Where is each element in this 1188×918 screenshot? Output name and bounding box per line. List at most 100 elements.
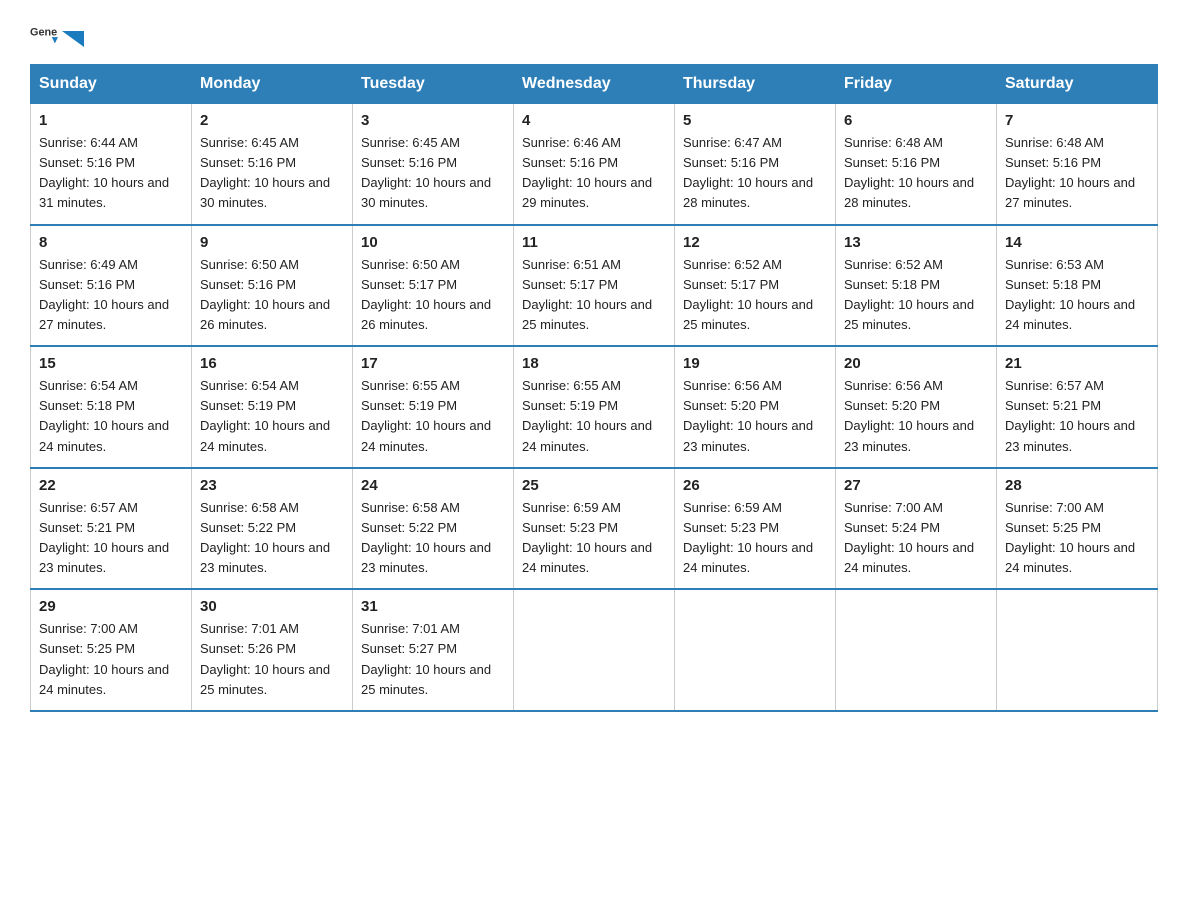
day-number: 7 xyxy=(1005,112,1149,129)
day-info: Sunrise: 6:47 AMSunset: 5:16 PMDaylight:… xyxy=(683,135,813,210)
calendar-cell: 16 Sunrise: 6:54 AMSunset: 5:19 PMDaylig… xyxy=(192,346,353,468)
calendar-cell xyxy=(836,589,997,711)
calendar-cell: 2 Sunrise: 6:45 AMSunset: 5:16 PMDayligh… xyxy=(192,104,353,225)
day-info: Sunrise: 6:55 AMSunset: 5:19 PMDaylight:… xyxy=(522,378,652,453)
day-info: Sunrise: 6:45 AMSunset: 5:16 PMDaylight:… xyxy=(361,135,491,210)
day-info: Sunrise: 6:54 AMSunset: 5:19 PMDaylight:… xyxy=(200,378,330,453)
calendar-week-row: 1 Sunrise: 6:44 AMSunset: 5:16 PMDayligh… xyxy=(31,104,1158,225)
calendar-cell xyxy=(675,589,836,711)
day-info: Sunrise: 6:57 AMSunset: 5:21 PMDaylight:… xyxy=(1005,378,1135,453)
col-header-sunday: Sunday xyxy=(31,65,192,104)
col-header-monday: Monday xyxy=(192,65,353,104)
calendar-week-row: 15 Sunrise: 6:54 AMSunset: 5:18 PMDaylig… xyxy=(31,346,1158,468)
logo-triangle-icon xyxy=(62,21,84,53)
calendar-cell: 3 Sunrise: 6:45 AMSunset: 5:16 PMDayligh… xyxy=(353,104,514,225)
calendar-cell: 29 Sunrise: 7:00 AMSunset: 5:25 PMDaylig… xyxy=(31,589,192,711)
day-number: 5 xyxy=(683,112,827,129)
svg-text:General: General xyxy=(30,27,58,39)
day-number: 2 xyxy=(200,112,344,129)
col-header-saturday: Saturday xyxy=(997,65,1158,104)
day-number: 23 xyxy=(200,477,344,494)
day-info: Sunrise: 6:50 AMSunset: 5:16 PMDaylight:… xyxy=(200,257,330,332)
day-info: Sunrise: 6:49 AMSunset: 5:16 PMDaylight:… xyxy=(39,257,169,332)
calendar-header-row: SundayMondayTuesdayWednesdayThursdayFrid… xyxy=(31,65,1158,104)
calendar-cell: 4 Sunrise: 6:46 AMSunset: 5:16 PMDayligh… xyxy=(514,104,675,225)
day-number: 11 xyxy=(522,234,666,251)
day-number: 28 xyxy=(1005,477,1149,494)
calendar-week-row: 8 Sunrise: 6:49 AMSunset: 5:16 PMDayligh… xyxy=(31,225,1158,347)
day-info: Sunrise: 6:55 AMSunset: 5:19 PMDaylight:… xyxy=(361,378,491,453)
calendar-cell: 18 Sunrise: 6:55 AMSunset: 5:19 PMDaylig… xyxy=(514,346,675,468)
calendar-cell: 14 Sunrise: 6:53 AMSunset: 5:18 PMDaylig… xyxy=(997,225,1158,347)
calendar-cell: 8 Sunrise: 6:49 AMSunset: 5:16 PMDayligh… xyxy=(31,225,192,347)
day-number: 25 xyxy=(522,477,666,494)
calendar-cell: 6 Sunrise: 6:48 AMSunset: 5:16 PMDayligh… xyxy=(836,104,997,225)
calendar-cell: 15 Sunrise: 6:54 AMSunset: 5:18 PMDaylig… xyxy=(31,346,192,468)
calendar-cell: 1 Sunrise: 6:44 AMSunset: 5:16 PMDayligh… xyxy=(31,104,192,225)
calendar-table: SundayMondayTuesdayWednesdayThursdayFrid… xyxy=(30,64,1158,712)
day-number: 8 xyxy=(39,234,183,251)
day-number: 26 xyxy=(683,477,827,494)
day-number: 6 xyxy=(844,112,988,129)
day-info: Sunrise: 6:53 AMSunset: 5:18 PMDaylight:… xyxy=(1005,257,1135,332)
day-number: 30 xyxy=(200,598,344,615)
day-info: Sunrise: 6:52 AMSunset: 5:17 PMDaylight:… xyxy=(683,257,813,332)
day-number: 19 xyxy=(683,355,827,372)
day-number: 14 xyxy=(1005,234,1149,251)
day-number: 3 xyxy=(361,112,505,129)
day-info: Sunrise: 6:45 AMSunset: 5:16 PMDaylight:… xyxy=(200,135,330,210)
day-info: Sunrise: 6:46 AMSunset: 5:16 PMDaylight:… xyxy=(522,135,652,210)
day-info: Sunrise: 7:00 AMSunset: 5:24 PMDaylight:… xyxy=(844,500,974,575)
calendar-cell xyxy=(997,589,1158,711)
calendar-week-row: 29 Sunrise: 7:00 AMSunset: 5:25 PMDaylig… xyxy=(31,589,1158,711)
col-header-friday: Friday xyxy=(836,65,997,104)
calendar-cell: 31 Sunrise: 7:01 AMSunset: 5:27 PMDaylig… xyxy=(353,589,514,711)
calendar-cell: 9 Sunrise: 6:50 AMSunset: 5:16 PMDayligh… xyxy=(192,225,353,347)
calendar-cell: 21 Sunrise: 6:57 AMSunset: 5:21 PMDaylig… xyxy=(997,346,1158,468)
day-number: 21 xyxy=(1005,355,1149,372)
day-info: Sunrise: 7:01 AMSunset: 5:26 PMDaylight:… xyxy=(200,621,330,696)
page-header: General xyxy=(30,20,1158,48)
day-info: Sunrise: 6:50 AMSunset: 5:17 PMDaylight:… xyxy=(361,257,491,332)
day-info: Sunrise: 6:56 AMSunset: 5:20 PMDaylight:… xyxy=(683,378,813,453)
day-info: Sunrise: 6:48 AMSunset: 5:16 PMDaylight:… xyxy=(844,135,974,210)
day-number: 15 xyxy=(39,355,183,372)
day-number: 4 xyxy=(522,112,666,129)
logo: General xyxy=(30,20,84,48)
day-info: Sunrise: 6:48 AMSunset: 5:16 PMDaylight:… xyxy=(1005,135,1135,210)
calendar-cell: 13 Sunrise: 6:52 AMSunset: 5:18 PMDaylig… xyxy=(836,225,997,347)
day-number: 12 xyxy=(683,234,827,251)
day-number: 9 xyxy=(200,234,344,251)
calendar-cell: 5 Sunrise: 6:47 AMSunset: 5:16 PMDayligh… xyxy=(675,104,836,225)
day-info: Sunrise: 7:00 AMSunset: 5:25 PMDaylight:… xyxy=(39,621,169,696)
calendar-cell: 17 Sunrise: 6:55 AMSunset: 5:19 PMDaylig… xyxy=(353,346,514,468)
calendar-week-row: 22 Sunrise: 6:57 AMSunset: 5:21 PMDaylig… xyxy=(31,468,1158,590)
day-number: 31 xyxy=(361,598,505,615)
col-header-tuesday: Tuesday xyxy=(353,65,514,104)
calendar-cell: 26 Sunrise: 6:59 AMSunset: 5:23 PMDaylig… xyxy=(675,468,836,590)
day-info: Sunrise: 7:00 AMSunset: 5:25 PMDaylight:… xyxy=(1005,500,1135,575)
day-number: 24 xyxy=(361,477,505,494)
day-info: Sunrise: 6:54 AMSunset: 5:18 PMDaylight:… xyxy=(39,378,169,453)
calendar-cell: 12 Sunrise: 6:52 AMSunset: 5:17 PMDaylig… xyxy=(675,225,836,347)
day-number: 13 xyxy=(844,234,988,251)
day-number: 17 xyxy=(361,355,505,372)
day-number: 27 xyxy=(844,477,988,494)
calendar-cell xyxy=(514,589,675,711)
day-number: 29 xyxy=(39,598,183,615)
calendar-cell: 23 Sunrise: 6:58 AMSunset: 5:22 PMDaylig… xyxy=(192,468,353,590)
day-number: 20 xyxy=(844,355,988,372)
logo-icon: General xyxy=(30,20,58,48)
day-info: Sunrise: 7:01 AMSunset: 5:27 PMDaylight:… xyxy=(361,621,491,696)
day-info: Sunrise: 6:59 AMSunset: 5:23 PMDaylight:… xyxy=(522,500,652,575)
day-info: Sunrise: 6:51 AMSunset: 5:17 PMDaylight:… xyxy=(522,257,652,332)
day-info: Sunrise: 6:56 AMSunset: 5:20 PMDaylight:… xyxy=(844,378,974,453)
calendar-cell: 27 Sunrise: 7:00 AMSunset: 5:24 PMDaylig… xyxy=(836,468,997,590)
day-info: Sunrise: 6:44 AMSunset: 5:16 PMDaylight:… xyxy=(39,135,169,210)
day-number: 18 xyxy=(522,355,666,372)
calendar-cell: 24 Sunrise: 6:58 AMSunset: 5:22 PMDaylig… xyxy=(353,468,514,590)
day-info: Sunrise: 6:58 AMSunset: 5:22 PMDaylight:… xyxy=(361,500,491,575)
calendar-cell: 10 Sunrise: 6:50 AMSunset: 5:17 PMDaylig… xyxy=(353,225,514,347)
col-header-thursday: Thursday xyxy=(675,65,836,104)
calendar-cell: 11 Sunrise: 6:51 AMSunset: 5:17 PMDaylig… xyxy=(514,225,675,347)
